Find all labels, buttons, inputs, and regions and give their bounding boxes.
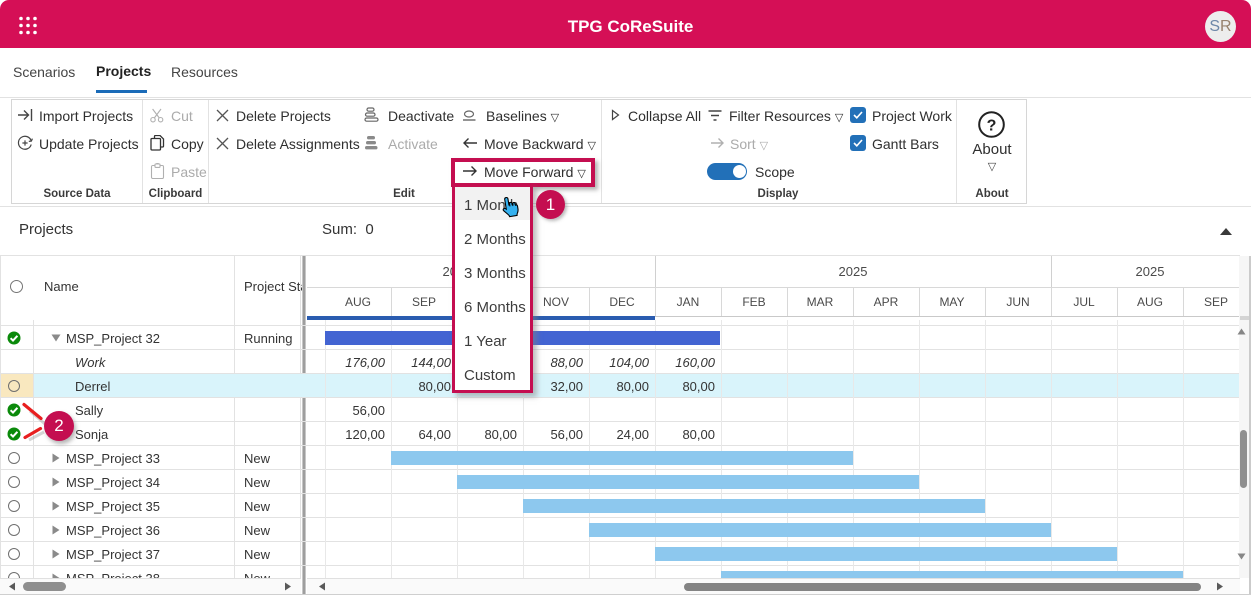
svg-text:?: ? <box>987 118 997 135</box>
